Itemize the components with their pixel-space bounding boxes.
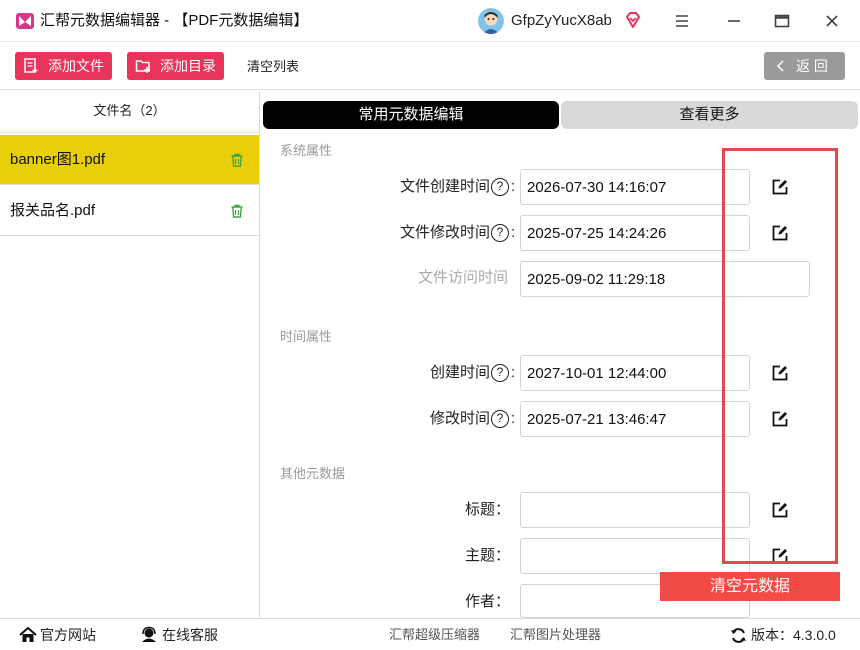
menu-icon[interactable] bbox=[670, 9, 694, 33]
trash-icon[interactable] bbox=[229, 152, 245, 168]
online-support-link[interactable]: 在线客服 bbox=[162, 626, 218, 644]
title-label: 标题： bbox=[464, 501, 510, 518]
file-accessed-input[interactable] bbox=[520, 261, 810, 297]
colon: : bbox=[511, 410, 516, 427]
username[interactable]: GfpZyYucX8ab bbox=[511, 12, 612, 30]
app-title: 汇帮元数据编辑器 - 【PDF元数据编辑】 bbox=[40, 12, 309, 29]
back-button[interactable]: 返 回 bbox=[764, 52, 845, 80]
edit-icon[interactable] bbox=[771, 501, 789, 519]
file-accessed-label: 文件访问时间 bbox=[417, 269, 508, 286]
app-logo-icon bbox=[16, 13, 34, 29]
file-name: 报关品名.pdf bbox=[10, 202, 96, 219]
subject-label: 主题： bbox=[464, 547, 510, 564]
colon: : bbox=[511, 178, 516, 195]
edit-icon[interactable] bbox=[771, 547, 789, 565]
created-input[interactable] bbox=[520, 355, 750, 391]
minimize-icon[interactable] bbox=[722, 9, 746, 33]
file-modified-label: 文件修改时间 bbox=[399, 224, 490, 241]
edit-icon[interactable] bbox=[771, 410, 789, 428]
file-list-item[interactable]: banner图1.pdf bbox=[0, 135, 259, 185]
author-label: 作者： bbox=[464, 593, 510, 610]
file-name: banner图1.pdf bbox=[10, 151, 106, 168]
edit-icon[interactable] bbox=[771, 364, 789, 382]
avatar[interactable] bbox=[478, 8, 504, 34]
add-file-button[interactable]: 添加文件 bbox=[15, 52, 112, 80]
chevron-left-icon bbox=[776, 60, 784, 72]
help-icon[interactable]: ? bbox=[491, 178, 509, 196]
back-label: 返 回 bbox=[796, 58, 828, 74]
trash-icon[interactable] bbox=[229, 203, 245, 219]
clear-metadata-button[interactable]: 清空元数据 bbox=[660, 572, 840, 601]
edit-icon[interactable] bbox=[771, 224, 789, 242]
add-file-label: 添加文件 bbox=[48, 58, 104, 74]
home-icon bbox=[19, 627, 37, 642]
file-list-panel: 文件名（2） banner图1.pdf 报关品名.pdf bbox=[0, 91, 260, 618]
tab-bar: 常用元数据编辑 查看更多 bbox=[263, 101, 858, 129]
official-website-link[interactable]: 官方网站 bbox=[40, 626, 96, 644]
headset-icon bbox=[142, 626, 156, 642]
maximize-icon[interactable] bbox=[770, 9, 794, 33]
file-list-header: 文件名（2） bbox=[0, 91, 259, 133]
subject-input[interactable] bbox=[520, 538, 750, 574]
add-file-icon bbox=[24, 58, 38, 73]
compressor-link[interactable]: 汇帮超级压缩器 bbox=[389, 627, 480, 643]
modified-input[interactable] bbox=[520, 401, 750, 437]
clear-list-button[interactable]: 清空列表 bbox=[247, 59, 299, 75]
help-icon[interactable]: ? bbox=[491, 410, 509, 428]
file-created-input[interactable] bbox=[520, 169, 750, 205]
help-icon[interactable]: ? bbox=[491, 224, 509, 242]
close-icon[interactable] bbox=[820, 9, 844, 33]
file-list-item[interactable]: 报关品名.pdf bbox=[0, 186, 259, 236]
add-folder-label: 添加目录 bbox=[160, 58, 216, 74]
toolbar: 添加文件 添加目录 清空列表 bbox=[0, 42, 860, 90]
file-created-label: 文件创建时间 bbox=[399, 178, 490, 195]
image-tool-link[interactable]: 汇帮图片处理器 bbox=[510, 627, 601, 643]
add-folder-icon bbox=[135, 60, 150, 73]
section-other-metadata: 其他元数据 bbox=[280, 466, 346, 481]
title-input[interactable] bbox=[520, 492, 750, 528]
section-system-properties: 系统属性 bbox=[280, 143, 333, 158]
add-folder-button[interactable]: 添加目录 bbox=[127, 52, 224, 80]
refresh-icon[interactable] bbox=[730, 627, 747, 644]
tab-view-more[interactable]: 查看更多 bbox=[561, 101, 858, 129]
version-label: 版本： bbox=[751, 627, 793, 643]
section-time-properties: 时间属性 bbox=[280, 329, 333, 344]
edit-icon[interactable] bbox=[771, 178, 789, 196]
help-icon[interactable]: ? bbox=[491, 364, 509, 382]
created-label: 创建时间 bbox=[429, 364, 490, 381]
vip-diamond-icon[interactable] bbox=[624, 11, 642, 29]
colon: : bbox=[511, 224, 516, 241]
file-modified-input[interactable] bbox=[520, 215, 750, 251]
modified-label: 修改时间 bbox=[429, 410, 490, 427]
tab-common-metadata[interactable]: 常用元数据编辑 bbox=[263, 101, 559, 129]
version-value: 4.3.0.0 bbox=[793, 627, 836, 643]
status-bar: 官方网站 在线客服 汇帮超级压缩器 汇帮图片处理器 版本： 4.3.0.0 bbox=[0, 618, 860, 650]
title-bar: 汇帮元数据编辑器 - 【PDF元数据编辑】 GfpZyYucX8ab bbox=[0, 0, 860, 42]
colon: : bbox=[511, 364, 516, 381]
